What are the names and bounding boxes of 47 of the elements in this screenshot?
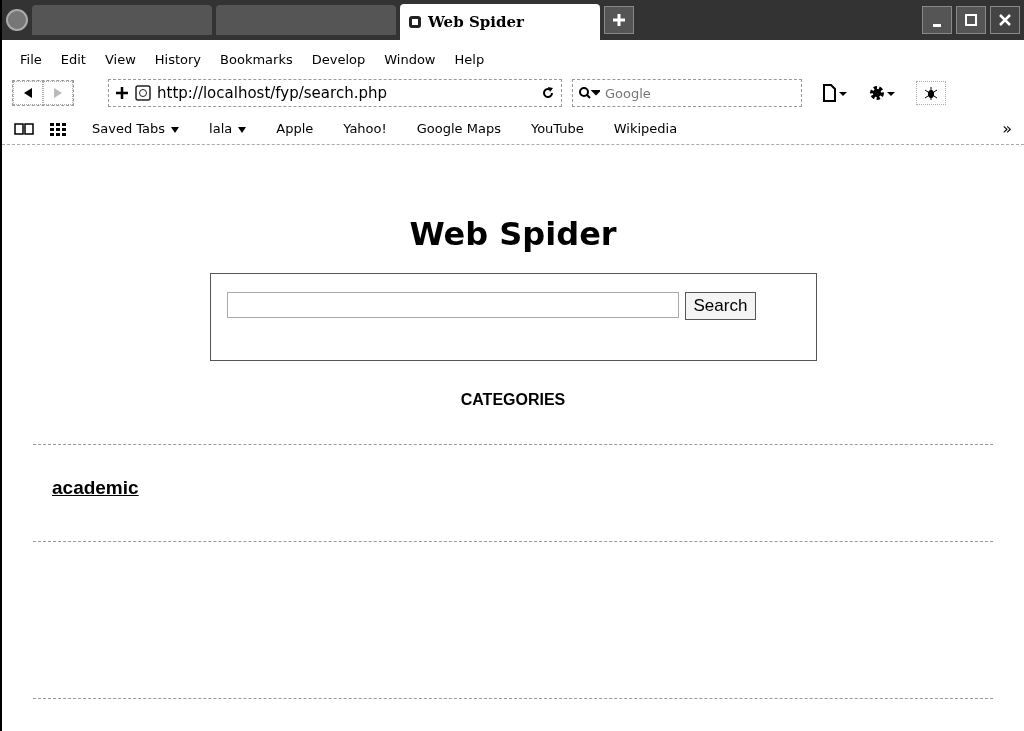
forward-icon	[52, 87, 64, 99]
search-button[interactable]: Search	[684, 292, 757, 320]
menu-item[interactable]: Develop	[311, 52, 366, 67]
back-icon	[22, 87, 34, 99]
page-heading: Web Spider	[409, 215, 617, 253]
bookmark-item[interactable]: YouTube	[530, 121, 584, 136]
grid-icon[interactable]	[50, 121, 66, 136]
maximize-icon	[964, 13, 978, 27]
minimize-button[interactable]	[922, 6, 952, 34]
menu-item[interactable]: Help	[454, 52, 485, 67]
categories-heading: CATEGORIES	[460, 391, 566, 409]
menu-item[interactable]: Window	[384, 52, 436, 67]
new-tab-button[interactable]	[604, 6, 634, 34]
close-button[interactable]	[990, 6, 1020, 34]
menu-item[interactable]: View	[104, 52, 136, 67]
add-bookmark-icon[interactable]	[115, 86, 129, 100]
address-field[interactable]: http://localhost/fyp/search.php	[108, 79, 562, 107]
bookmark-item[interactable]: Apple	[276, 121, 314, 136]
search-field[interactable]: Google	[572, 79, 802, 107]
bookmark-item[interactable]: Yahoo!	[343, 121, 387, 136]
maximize-button[interactable]	[956, 6, 986, 34]
menu-item[interactable]: File	[20, 52, 42, 67]
page-menu-icon[interactable]	[822, 84, 848, 102]
reload-icon[interactable]	[541, 86, 555, 100]
favicon-icon	[135, 85, 151, 101]
close-icon	[998, 13, 1012, 27]
gear-icon[interactable]	[868, 84, 896, 102]
overflow-button[interactable]: »	[1002, 119, 1012, 138]
bookmark-item[interactable]: Google Maps	[416, 121, 501, 136]
menu-item[interactable]: Bookmarks	[220, 52, 293, 67]
browser-tab[interactable]: Web Spider	[400, 4, 600, 40]
minimize-icon	[933, 23, 941, 27]
search-icon[interactable]	[578, 86, 600, 100]
bookmark-item[interactable]: lala	[209, 121, 247, 136]
browser-logo-icon	[6, 9, 28, 31]
bug-button[interactable]	[916, 81, 946, 105]
bug-icon	[924, 86, 938, 100]
plus-icon	[612, 13, 626, 27]
category-link[interactable]: academic	[52, 477, 139, 498]
bookmark-item[interactable]: Saved Tabs	[92, 121, 180, 136]
back-button[interactable]	[13, 81, 43, 105]
query-field[interactable]	[226, 292, 679, 318]
menu-item[interactable]: History	[154, 52, 202, 67]
book-icon[interactable]	[14, 121, 34, 136]
bookmark-item[interactable]: Wikipedia	[613, 121, 678, 136]
menu-item[interactable]: Edit	[60, 52, 86, 67]
favicon-icon	[408, 15, 422, 29]
